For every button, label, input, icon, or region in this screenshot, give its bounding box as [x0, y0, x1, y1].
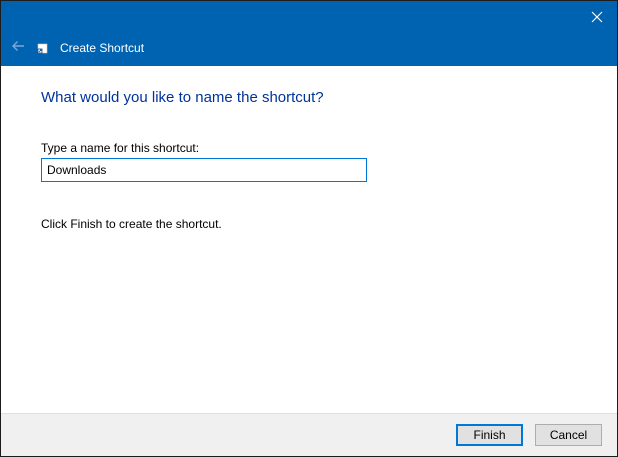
close-icon — [591, 11, 603, 23]
back-arrow-icon — [12, 41, 24, 51]
button-bar: Finish Cancel — [1, 413, 617, 456]
shortcut-icon — [37, 41, 49, 54]
page-heading: What would you like to name the shortcut… — [41, 89, 324, 106]
title-bar: Create Shortcut — [1, 1, 617, 66]
window-title: Create Shortcut — [60, 41, 145, 55]
create-shortcut-dialog: Create Shortcut What would you like to n… — [0, 0, 618, 457]
finish-hint: Click Finish to create the shortcut. — [41, 217, 222, 231]
back-button[interactable] — [5, 33, 31, 59]
close-button[interactable] — [577, 1, 617, 33]
name-field-label: Type a name for this shortcut: — [41, 141, 200, 155]
shortcut-name-input[interactable] — [41, 158, 367, 182]
cancel-button[interactable]: Cancel — [535, 424, 602, 446]
finish-button[interactable]: Finish — [456, 424, 523, 446]
